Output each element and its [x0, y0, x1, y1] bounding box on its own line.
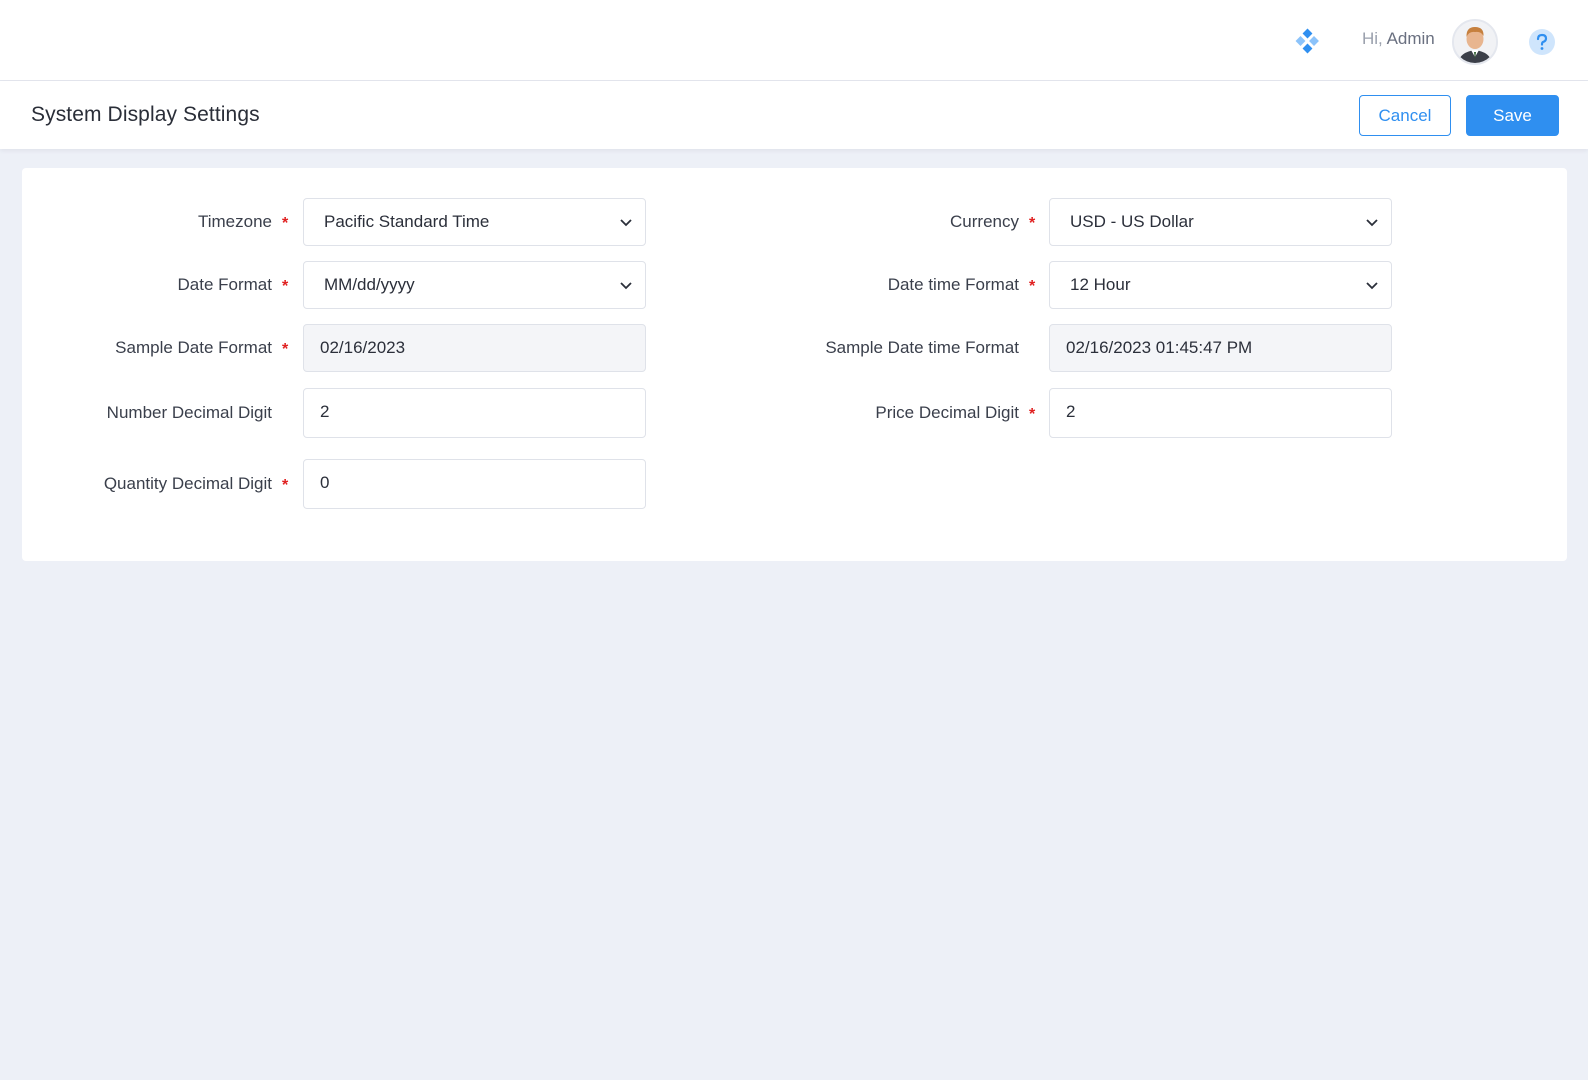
sample-date-format-field: 02/16/2023 — [303, 324, 646, 372]
required-marker: * — [282, 340, 289, 358]
price-decimal-digit-value: 2 — [1066, 402, 1076, 421]
sample-date-format-label: Sample Date Format — [115, 338, 272, 357]
sample-date-format-row: Sample Date Format — [22, 324, 272, 372]
sample-date-time-format-field: 02/16/2023 01:45:47 PM — [1049, 324, 1392, 372]
price-decimal-digit-label: Price Decimal Digit — [875, 403, 1019, 422]
required-marker: * — [282, 214, 289, 232]
timezone-label: Timezone — [197, 212, 272, 231]
required-marker: * — [1029, 214, 1036, 232]
save-button[interactable]: Save — [1466, 95, 1559, 136]
quantity-decimal-digit-input[interactable]: 0 — [303, 459, 646, 509]
sample-date-time-format-label: Sample Date time Format — [825, 338, 1019, 357]
timezone-select[interactable]: Pacific Standard Time — [303, 198, 646, 246]
quantity-decimal-digit-value: 0 — [320, 473, 330, 492]
number-decimal-digit-input[interactable]: 2 — [303, 388, 646, 438]
user-greeting: Hi, Admin — [1362, 29, 1435, 49]
sample-date-time-format-value: 02/16/2023 01:45:47 PM — [1066, 338, 1253, 357]
currency-row: Currency — [722, 198, 1019, 246]
date-format-select[interactable]: MM/dd/yyyy — [303, 261, 646, 309]
required-marker: * — [282, 476, 289, 494]
avatar[interactable] — [1452, 19, 1498, 65]
chevron-down-icon — [620, 282, 632, 290]
cancel-button[interactable]: Cancel — [1359, 95, 1451, 136]
currency-select[interactable]: USD - US Dollar — [1049, 198, 1392, 246]
date-time-format-value: 12 Hour — [1070, 275, 1131, 294]
timezone-value: Pacific Standard Time — [324, 212, 490, 231]
number-decimal-digit-row: Number Decimal Digit — [22, 389, 272, 437]
page-header: System Display Settings Cancel Save — [0, 81, 1588, 149]
apps-diamond-icon[interactable] — [1294, 28, 1320, 54]
price-decimal-digit-input[interactable]: 2 — [1049, 388, 1392, 438]
top-bar: Hi, Admin — [0, 0, 1588, 81]
currency-value: USD - US Dollar — [1070, 212, 1194, 231]
chevron-down-icon — [1366, 219, 1378, 227]
timezone-row: Timezone — [22, 198, 272, 246]
price-decimal-digit-row: Price Decimal Digit — [722, 389, 1019, 437]
required-marker: * — [1029, 277, 1036, 295]
date-time-format-label: Date time Format — [887, 275, 1019, 294]
required-marker: * — [282, 277, 289, 295]
currency-label: Currency — [950, 212, 1019, 231]
date-time-format-select[interactable]: 12 Hour — [1049, 261, 1392, 309]
date-format-row: Date Format — [22, 261, 272, 309]
page-title: System Display Settings — [31, 103, 260, 126]
greeting-prefix: Hi, — [1362, 29, 1383, 48]
quantity-decimal-digit-row: Quantity Decimal Digit — [22, 460, 272, 508]
chevron-down-icon — [1366, 282, 1378, 290]
required-marker: * — [1029, 405, 1036, 423]
date-time-format-row: Date time Format — [722, 261, 1019, 309]
settings-form-card: Timezone * Pacific Standard Time Date Fo… — [22, 168, 1567, 561]
number-decimal-digit-label: Number Decimal Digit — [106, 403, 272, 422]
user-name: Admin — [1386, 29, 1435, 48]
chevron-down-icon — [620, 219, 632, 227]
avatar-image — [1454, 21, 1496, 63]
quantity-decimal-digit-label: Quantity Decimal Digit — [103, 474, 272, 493]
sample-date-format-value: 02/16/2023 — [320, 338, 406, 357]
date-format-label: Date Format — [177, 275, 272, 294]
number-decimal-digit-value: 2 — [320, 402, 330, 421]
question-circle-icon[interactable] — [1528, 28, 1556, 56]
sample-date-time-format-row: Sample Date time Format — [722, 324, 1019, 372]
date-format-value: MM/dd/yyyy — [324, 275, 415, 294]
